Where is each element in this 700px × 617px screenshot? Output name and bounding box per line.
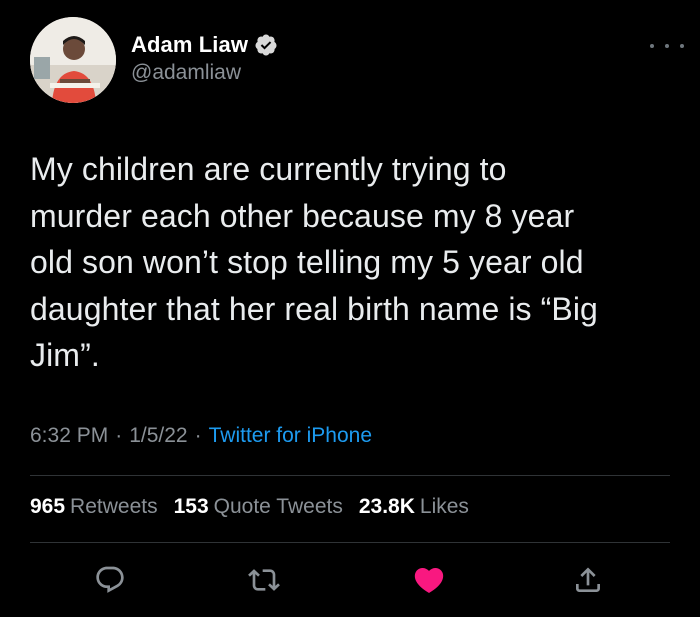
reply-button[interactable] [90,560,130,600]
meta-separator: · [194,424,202,447]
tweet-meta: 6:32 PM · 1/5/22 · Twitter for iPhone [30,424,372,448]
likes-count: 23.8K [358,495,415,518]
more-dot [665,44,669,48]
author-name[interactable]: Adam Liaw [131,32,248,58]
tweet-date[interactable]: 1/5/22 [129,424,187,448]
tweet-text-line: Jim”. [30,337,100,373]
tweet-stats: 965 Retweets 153 Quote Tweets 23.8K Likes [30,495,485,519]
likes-label: Likes [419,495,469,518]
tweet-detail: Adam Liaw @adamliaw My children are curr… [0,0,700,617]
tweet-text-line: My children are currently trying to [30,151,507,187]
quote-tweets-stat[interactable]: 153 Quote Tweets [174,495,343,519]
verified-badge-icon [255,34,277,56]
divider [30,475,670,476]
retweets-stat[interactable]: 965 Retweets [30,495,158,519]
likes-stat[interactable]: 23.8K Likes [359,495,469,519]
tweet-text-line: daughter that her real birth name is “Bi… [30,290,598,327]
divider [30,542,670,543]
more-dot [650,44,654,48]
quote-tweets-count: 153 [173,495,209,518]
avatar[interactable] [30,17,116,103]
tweet-text-line: old son won’t stop telling my 5 year old [30,244,584,280]
tweet-text-line: murder each other because my 8 year [30,197,575,234]
retweet-button[interactable] [244,560,284,600]
more-dot [680,44,684,48]
author-handle[interactable]: @adamliaw [131,61,278,85]
author-name-row: Adam Liaw [131,30,278,60]
tweet-actions [0,560,700,600]
retweet-icon [248,569,280,591]
tweet-text: My children are currently trying to murd… [30,146,680,379]
more-options-icon[interactable] [650,36,684,56]
tweet-source-link[interactable]: Twitter for iPhone [209,424,372,448]
tweet-time[interactable]: 6:32 PM [30,424,108,448]
meta-separator: · [115,424,123,447]
author-block: Adam Liaw @adamliaw [131,30,278,85]
retweets-label: Retweets [70,495,158,518]
like-icon [414,567,444,593]
like-button[interactable] [409,560,449,600]
avatar-photo [30,17,116,103]
reply-icon [96,566,124,593]
share-button[interactable] [568,560,608,600]
retweets-count: 965 [30,495,66,518]
share-icon [576,567,600,592]
quote-tweets-label: Quote Tweets [213,495,343,518]
